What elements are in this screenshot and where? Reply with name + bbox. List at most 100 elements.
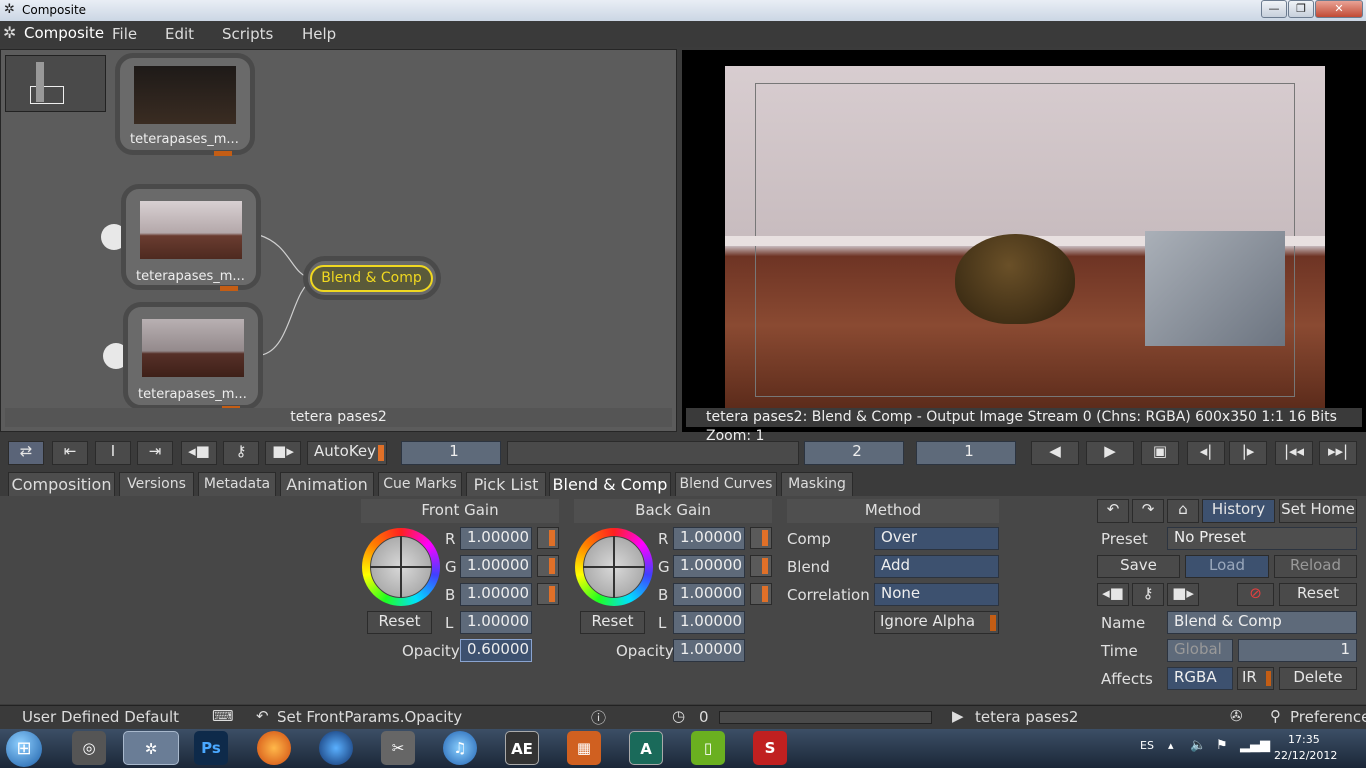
play-once-icon[interactable]: ▣ bbox=[1141, 441, 1179, 465]
back-b-slider[interactable] bbox=[750, 583, 772, 605]
step-forward-icon[interactable]: |▸ bbox=[1229, 441, 1267, 465]
read-node-1[interactable]: teterapases_m... bbox=[115, 53, 255, 156]
preset-field[interactable]: No Preset bbox=[1167, 527, 1357, 550]
image-viewer[interactable]: tetera pases2: Blend & Comp - Output Ima… bbox=[682, 50, 1366, 444]
play-status-icon[interactable]: ▶ bbox=[952, 707, 964, 725]
taskbar-photoshop-icon[interactable]: Ps bbox=[194, 731, 228, 765]
tab-masking[interactable]: Masking bbox=[781, 472, 853, 496]
front-b-field[interactable]: 1.00000 bbox=[460, 583, 532, 606]
taskbar-tool-icon[interactable]: ✂ bbox=[381, 731, 415, 765]
front-g-slider[interactable] bbox=[537, 555, 559, 577]
back-r-field[interactable]: 1.00000 bbox=[673, 527, 745, 550]
last-frame-icon[interactable]: ▸▸| bbox=[1319, 441, 1357, 465]
redo-icon[interactable]: ↷ bbox=[1132, 499, 1164, 523]
tab-blend-curves[interactable]: Blend Curves bbox=[675, 472, 777, 496]
taskbar-installer-icon[interactable]: ▦ bbox=[567, 731, 601, 765]
tab-cue-marks[interactable]: Cue Marks bbox=[378, 472, 462, 496]
undo-icon[interactable]: ↶ bbox=[1097, 499, 1129, 523]
timeline-scrubber[interactable] bbox=[507, 441, 799, 465]
swap-icon[interactable]: ⇄ bbox=[8, 441, 44, 465]
key-icon[interactable]: ⚷ bbox=[1132, 583, 1164, 606]
taskbar-after-effects-icon[interactable]: AE bbox=[505, 731, 539, 765]
back-r-slider[interactable] bbox=[750, 527, 772, 549]
preferences-icon[interactable]: ⚲ bbox=[1270, 707, 1281, 725]
front-r-field[interactable]: 1.00000 bbox=[460, 527, 532, 550]
next-key-icon[interactable]: ■▸ bbox=[1167, 583, 1199, 606]
name-field[interactable]: Blend & Comp bbox=[1167, 611, 1357, 634]
goto-start-icon[interactable]: ⇤ bbox=[52, 441, 88, 465]
back-g-field[interactable]: 1.00000 bbox=[673, 555, 745, 578]
blend-select[interactable]: Add bbox=[874, 555, 999, 578]
disable-icon[interactable]: ⊘ bbox=[1237, 583, 1274, 606]
current-frame-field[interactable]: 1 bbox=[916, 441, 1016, 465]
play-forward-icon[interactable]: ▶ bbox=[1086, 441, 1134, 465]
taskbar-app-icon[interactable]: ▯ bbox=[691, 731, 725, 765]
taskbar-composite-icon[interactable]: ✲ bbox=[123, 731, 179, 765]
clock-time[interactable]: 17:35 bbox=[1288, 733, 1320, 746]
keyboard-icon[interactable]: ⌨ bbox=[212, 707, 234, 725]
tab-animation[interactable]: Animation bbox=[280, 472, 374, 496]
history-button[interactable]: History bbox=[1202, 499, 1275, 523]
set-in-icon[interactable]: I bbox=[95, 441, 131, 465]
correlation-select[interactable]: None bbox=[874, 583, 999, 606]
front-l-field[interactable]: 1.00000 bbox=[460, 611, 532, 634]
language-indicator[interactable]: ES bbox=[1140, 739, 1154, 752]
tab-blend-comp[interactable]: Blend & Comp bbox=[549, 472, 671, 496]
taskbar-3dsmax-icon[interactable]: S bbox=[753, 731, 787, 765]
clock-date[interactable]: 22/12/2012 bbox=[1274, 749, 1337, 762]
menu-app-name[interactable]: Composite bbox=[24, 24, 104, 42]
comp-select[interactable]: Over bbox=[874, 527, 999, 550]
frame-start-field[interactable]: 1 bbox=[401, 441, 501, 465]
home-icon[interactable]: ⌂ bbox=[1167, 499, 1199, 523]
start-button-icon[interactable]: ⊞ bbox=[6, 731, 42, 767]
film-reel-icon[interactable]: ✇ bbox=[1230, 707, 1243, 725]
front-b-slider[interactable] bbox=[537, 583, 559, 605]
taskbar-globe-icon[interactable] bbox=[319, 731, 353, 765]
status-preferences[interactable]: Preferences bbox=[1290, 708, 1366, 726]
info-icon[interactable]: ⓘ bbox=[591, 707, 606, 728]
autokey-button[interactable]: AutoKey bbox=[307, 441, 387, 465]
prev-key-icon[interactable]: ◂■ bbox=[181, 441, 217, 465]
front-r-slider[interactable] bbox=[537, 527, 559, 549]
time-value-field[interactable]: 1 bbox=[1238, 639, 1357, 662]
back-reset-button[interactable]: Reset bbox=[580, 611, 645, 634]
network-icon[interactable]: ▂▄▆ bbox=[1240, 738, 1270, 753]
menu-file[interactable]: File bbox=[112, 25, 137, 43]
back-opacity-field[interactable]: 1.00000 bbox=[673, 639, 745, 662]
back-g-slider[interactable] bbox=[750, 555, 772, 577]
taskbar-firefox-icon[interactable] bbox=[257, 731, 291, 765]
reload-button[interactable]: Reload bbox=[1274, 555, 1357, 578]
save-button[interactable]: Save bbox=[1097, 555, 1180, 578]
set-home-button[interactable]: Set Home bbox=[1279, 499, 1357, 523]
first-frame-icon[interactable]: |◂◂ bbox=[1275, 441, 1313, 465]
menu-help[interactable]: Help bbox=[302, 25, 336, 43]
volume-icon[interactable]: 🔈 bbox=[1190, 738, 1206, 753]
step-back-icon[interactable]: ◂| bbox=[1187, 441, 1225, 465]
front-gain-color-wheel[interactable] bbox=[362, 528, 440, 606]
delete-button[interactable]: Delete bbox=[1279, 667, 1357, 690]
taskbar-autodesk-icon[interactable]: ◎ bbox=[72, 731, 106, 765]
back-b-field[interactable]: 1.00000 bbox=[673, 583, 745, 606]
next-key-icon[interactable]: ■▸ bbox=[265, 441, 301, 465]
taskbar-itunes-icon[interactable]: ♫ bbox=[443, 731, 477, 765]
blend-comp-node[interactable]: Blend & Comp bbox=[303, 256, 441, 300]
front-g-field[interactable]: 1.00000 bbox=[460, 555, 532, 578]
tab-pick-list[interactable]: Pick List bbox=[466, 472, 546, 496]
reset-button[interactable]: Reset bbox=[1279, 583, 1357, 606]
tab-composition[interactable]: Composition bbox=[8, 472, 115, 496]
read-node-3[interactable]: teterapases_m... bbox=[123, 302, 263, 411]
time-global-toggle[interactable]: Global bbox=[1167, 639, 1233, 662]
back-l-field[interactable]: 1.00000 bbox=[673, 611, 745, 634]
ir-toggle[interactable]: IR bbox=[1237, 667, 1274, 690]
tab-metadata[interactable]: Metadata bbox=[198, 472, 276, 496]
front-opacity-field[interactable]: 0.60000 bbox=[460, 639, 532, 662]
tray-arrow-icon[interactable]: ▴ bbox=[1168, 739, 1174, 752]
read-node-2[interactable]: teterapases_m... bbox=[121, 184, 261, 291]
flag-icon[interactable]: ⚑ bbox=[1216, 738, 1228, 753]
front-reset-button[interactable]: Reset bbox=[367, 611, 432, 634]
load-button[interactable]: Load bbox=[1185, 555, 1269, 578]
close-button[interactable]: ✕ bbox=[1315, 0, 1363, 18]
back-gain-color-wheel[interactable] bbox=[575, 528, 653, 606]
key-icon[interactable]: ⚷ bbox=[223, 441, 259, 465]
affects-rgba-toggle[interactable]: RGBA bbox=[1167, 667, 1233, 690]
